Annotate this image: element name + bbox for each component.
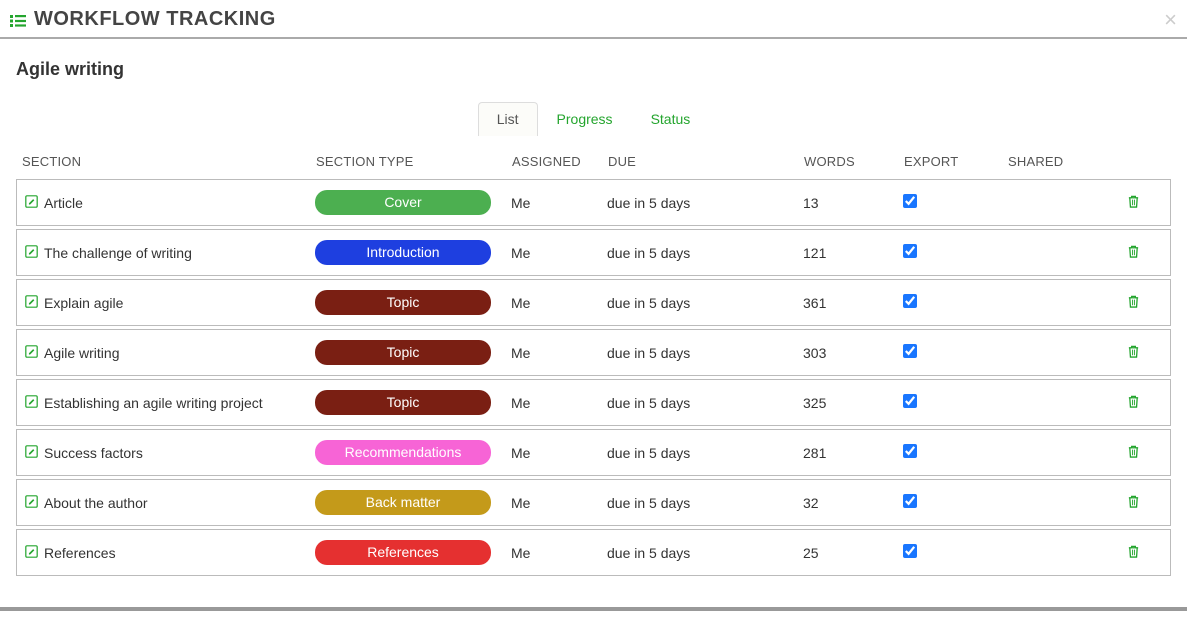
section-name: Agile writing [44, 345, 119, 361]
due-cell: due in 5 days [607, 345, 803, 361]
assigned-cell: Me [511, 495, 607, 511]
due-cell: due in 5 days [607, 245, 803, 261]
edit-icon[interactable] [25, 295, 38, 311]
trash-icon[interactable] [1127, 396, 1140, 412]
export-checkbox[interactable] [903, 494, 917, 508]
content-area: Agile writing List Progress Status SECTI… [0, 39, 1187, 589]
col-header-section: SECTION [18, 154, 316, 169]
due-cell: due in 5 days [607, 295, 803, 311]
assigned-cell: Me [511, 445, 607, 461]
header-left: WORKFLOW TRACKING [10, 8, 276, 31]
trash-icon[interactable] [1127, 496, 1140, 512]
workflow-icon [10, 14, 26, 26]
trash-icon[interactable] [1127, 346, 1140, 362]
table-row: About the author Back matter Medue in 5 da… [16, 479, 1171, 526]
close-icon[interactable]: × [1164, 9, 1177, 31]
trash-icon[interactable] [1127, 546, 1140, 562]
assigned-cell: Me [511, 545, 607, 561]
assigned-cell: Me [511, 345, 607, 361]
col-header-due: DUE [608, 154, 804, 169]
words-cell: 121 [803, 245, 903, 261]
section-name: Article [44, 195, 83, 211]
col-header-assigned: ASSIGNED [512, 154, 608, 169]
table-row: Article Cover Medue in 5 days13 [16, 179, 1171, 226]
trash-icon[interactable] [1127, 246, 1140, 262]
trash-icon[interactable] [1127, 196, 1140, 212]
modal-title: WORKFLOW TRACKING [34, 8, 276, 31]
due-cell: due in 5 days [607, 395, 803, 411]
words-cell: 361 [803, 295, 903, 311]
modal-header: WORKFLOW TRACKING × [0, 0, 1187, 39]
section-type-badge[interactable]: Recommendations [315, 440, 491, 465]
section-name: Establishing an agile writing project [44, 395, 263, 411]
edit-icon[interactable] [25, 445, 38, 461]
due-cell: due in 5 days [607, 445, 803, 461]
assigned-cell: Me [511, 195, 607, 211]
section-type-badge[interactable]: Back matter [315, 490, 491, 515]
section-name: Explain agile [44, 295, 123, 311]
due-cell: due in 5 days [607, 195, 803, 211]
tab-list[interactable]: List [478, 102, 538, 136]
export-checkbox[interactable] [903, 394, 917, 408]
export-checkbox[interactable] [903, 544, 917, 558]
due-cell: due in 5 days [607, 545, 803, 561]
export-checkbox[interactable] [903, 294, 917, 308]
assigned-cell: Me [511, 295, 607, 311]
edit-icon[interactable] [25, 395, 38, 411]
assigned-cell: Me [511, 395, 607, 411]
words-cell: 325 [803, 395, 903, 411]
section-type-badge[interactable]: Topic [315, 390, 491, 415]
edit-icon[interactable] [25, 245, 38, 261]
col-header-delete [1068, 154, 1171, 169]
table-header-row: SECTION SECTION TYPE ASSIGNED DUE WORDS … [16, 154, 1171, 179]
table-row: The challenge of writing Introduction Medu… [16, 229, 1171, 276]
export-checkbox[interactable] [903, 344, 917, 358]
table-row: Agile writing Topic Medue in 5 days303 [16, 329, 1171, 376]
assigned-cell: Me [511, 245, 607, 261]
table-row: Establishing an agile writing project Top… [16, 379, 1171, 426]
col-header-type: SECTION TYPE [316, 154, 512, 169]
trash-icon[interactable] [1127, 296, 1140, 312]
col-header-export: EXPORT [904, 154, 1008, 169]
section-name: The challenge of writing [44, 245, 192, 261]
table-row: Explain agile Topic Medue in 5 days361 [16, 279, 1171, 326]
footer-divider [0, 607, 1187, 611]
section-name: About the author [44, 495, 148, 511]
section-type-badge[interactable]: Introduction [315, 240, 491, 265]
words-cell: 32 [803, 495, 903, 511]
edit-icon[interactable] [25, 545, 38, 561]
section-type-badge[interactable]: Cover [315, 190, 491, 215]
words-cell: 303 [803, 345, 903, 361]
table-row: References References Medue in 5 days25 [16, 529, 1171, 576]
section-type-badge[interactable]: Topic [315, 290, 491, 315]
col-header-words: WORDS [804, 154, 904, 169]
words-cell: 25 [803, 545, 903, 561]
trash-icon[interactable] [1127, 446, 1140, 462]
table-body: ArticleCoverMedue in 5 days13The challen… [16, 179, 1171, 576]
section-type-badge[interactable]: Topic [315, 340, 491, 365]
section-type-badge[interactable]: References [315, 540, 491, 565]
edit-icon[interactable] [25, 345, 38, 361]
export-checkbox[interactable] [903, 444, 917, 458]
document-title: Agile writing [16, 59, 1171, 80]
tab-bar: List Progress Status [16, 102, 1171, 136]
export-checkbox[interactable] [903, 244, 917, 258]
tab-status[interactable]: Status [632, 102, 710, 136]
edit-icon[interactable] [25, 495, 38, 511]
due-cell: due in 5 days [607, 495, 803, 511]
col-header-shared: SHARED [1008, 154, 1068, 169]
export-checkbox[interactable] [903, 194, 917, 208]
edit-icon[interactable] [25, 195, 38, 211]
words-cell: 281 [803, 445, 903, 461]
section-name: Success factors [44, 445, 143, 461]
table-row: Success factors Recommendations Medue in 5… [16, 429, 1171, 476]
tab-progress[interactable]: Progress [538, 102, 632, 136]
words-cell: 13 [803, 195, 903, 211]
section-name: References [44, 545, 116, 561]
